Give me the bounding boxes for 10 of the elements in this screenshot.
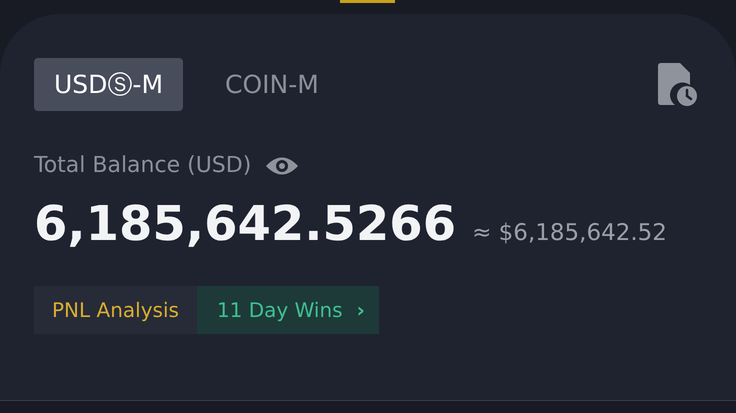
- market-tab[interactable]: USDⓈ-M: [34, 58, 184, 111]
- pnl-analysis-button[interactable]: PNL Analysis: [34, 286, 197, 334]
- document-clock-icon[interactable]: [658, 62, 698, 106]
- market-tab[interactable]: COIN-M: [205, 58, 339, 111]
- balance-approx-value: ≈ $6,185,642.52: [472, 220, 667, 246]
- balance-amount: 6,185,642.5266: [34, 196, 456, 252]
- day-wins-button[interactable]: 11 Day Wins ›: [196, 286, 379, 334]
- balance-label: Total Balance (USD): [34, 153, 252, 178]
- eye-icon[interactable]: [265, 154, 300, 176]
- indicator-bar: [340, 0, 395, 3]
